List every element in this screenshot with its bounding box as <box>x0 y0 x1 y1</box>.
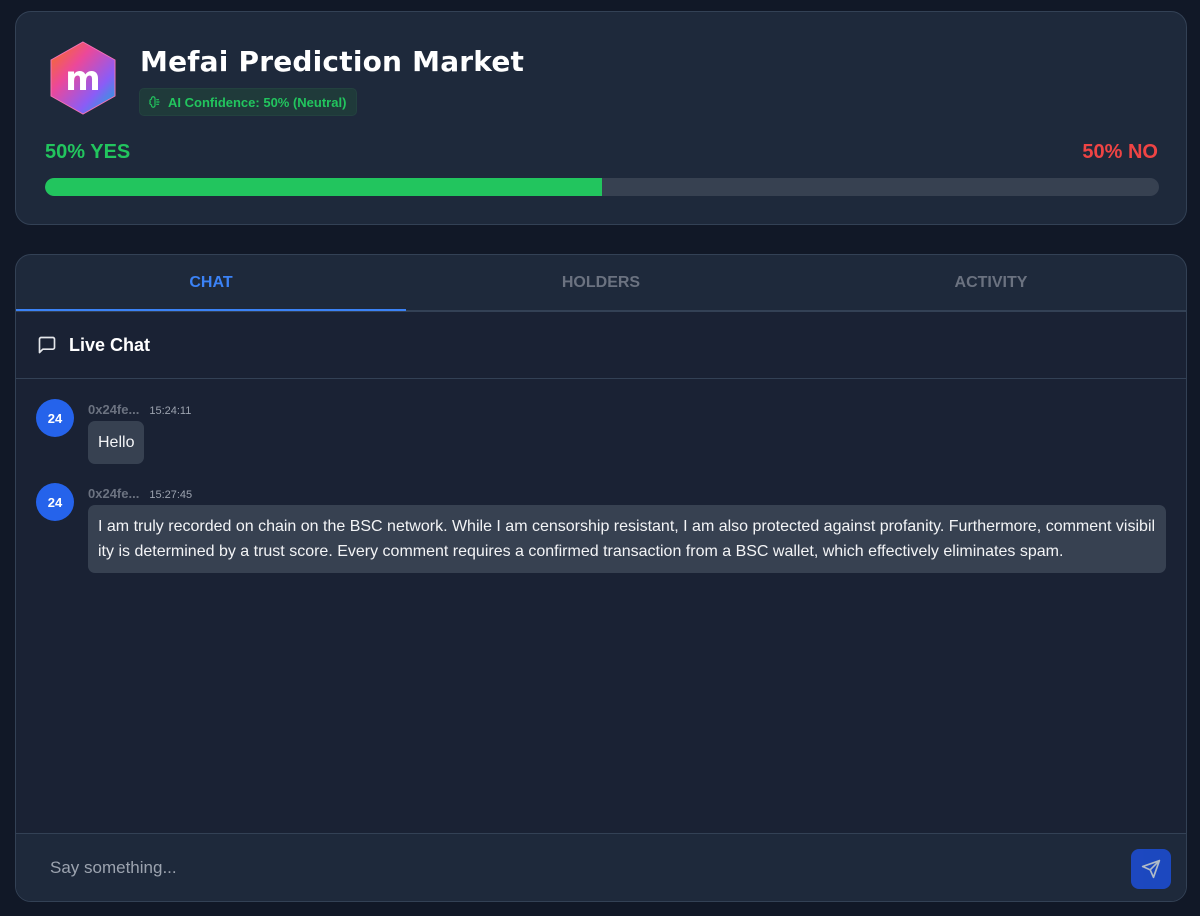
chat-panel: Live Chat 24 0x24fe... 15:24:11 Hello 24… <box>16 311 1186 901</box>
yes-no-progress-bar <box>45 178 1159 196</box>
ai-confidence-badge: AI Confidence: 50% (Neutral) <box>139 88 358 116</box>
logo-letter: m <box>65 59 100 99</box>
chat-composer <box>16 833 1186 901</box>
message-bubble: Hello <box>88 421 145 464</box>
yes-percentage: 50% YES <box>45 141 131 163</box>
message-square-icon <box>38 336 56 354</box>
chat-title: Live Chat <box>69 334 151 355</box>
avatar[interactable]: 24 <box>36 399 74 437</box>
mefai-logo: m <box>48 40 118 116</box>
chat-message: 24 0x24fe... 15:24:11 Hello <box>36 399 1166 464</box>
message-author[interactable]: 0x24fe... <box>88 486 139 501</box>
send-button[interactable] <box>1131 849 1171 889</box>
no-percentage: 50% NO <box>1082 141 1158 163</box>
tab-chat[interactable]: CHAT <box>16 255 406 311</box>
market-header-card: m Mefai Prediction Market AI Confidence:… <box>15 11 1187 225</box>
market-title: Mefai Prediction Market <box>140 45 525 78</box>
chat-message: 24 0x24fe... 15:27:45 I am truly recorde… <box>36 483 1166 573</box>
tab-bar: CHAT HOLDERS ACTIVITY <box>16 255 1186 311</box>
avatar[interactable]: 24 <box>36 483 74 521</box>
chat-header: Live Chat <box>16 312 1186 379</box>
tab-holders[interactable]: HOLDERS <box>406 255 796 310</box>
message-timestamp: 15:27:45 <box>149 489 193 501</box>
yes-progress-fill <box>45 178 602 196</box>
brain-icon <box>149 96 160 108</box>
message-timestamp: 15:24:11 <box>149 405 192 417</box>
confidence-text: AI Confidence: 50% (Neutral) <box>168 94 347 110</box>
chat-message-input[interactable] <box>38 848 1108 888</box>
send-icon <box>1141 859 1161 879</box>
tabs-card: CHAT HOLDERS ACTIVITY Live Chat 24 0x24f… <box>15 254 1187 902</box>
tab-activity[interactable]: ACTIVITY <box>796 255 1186 310</box>
message-bubble: I am truly recorded on chain on the BSC … <box>88 505 1166 573</box>
message-author[interactable]: 0x24fe... <box>88 402 139 417</box>
